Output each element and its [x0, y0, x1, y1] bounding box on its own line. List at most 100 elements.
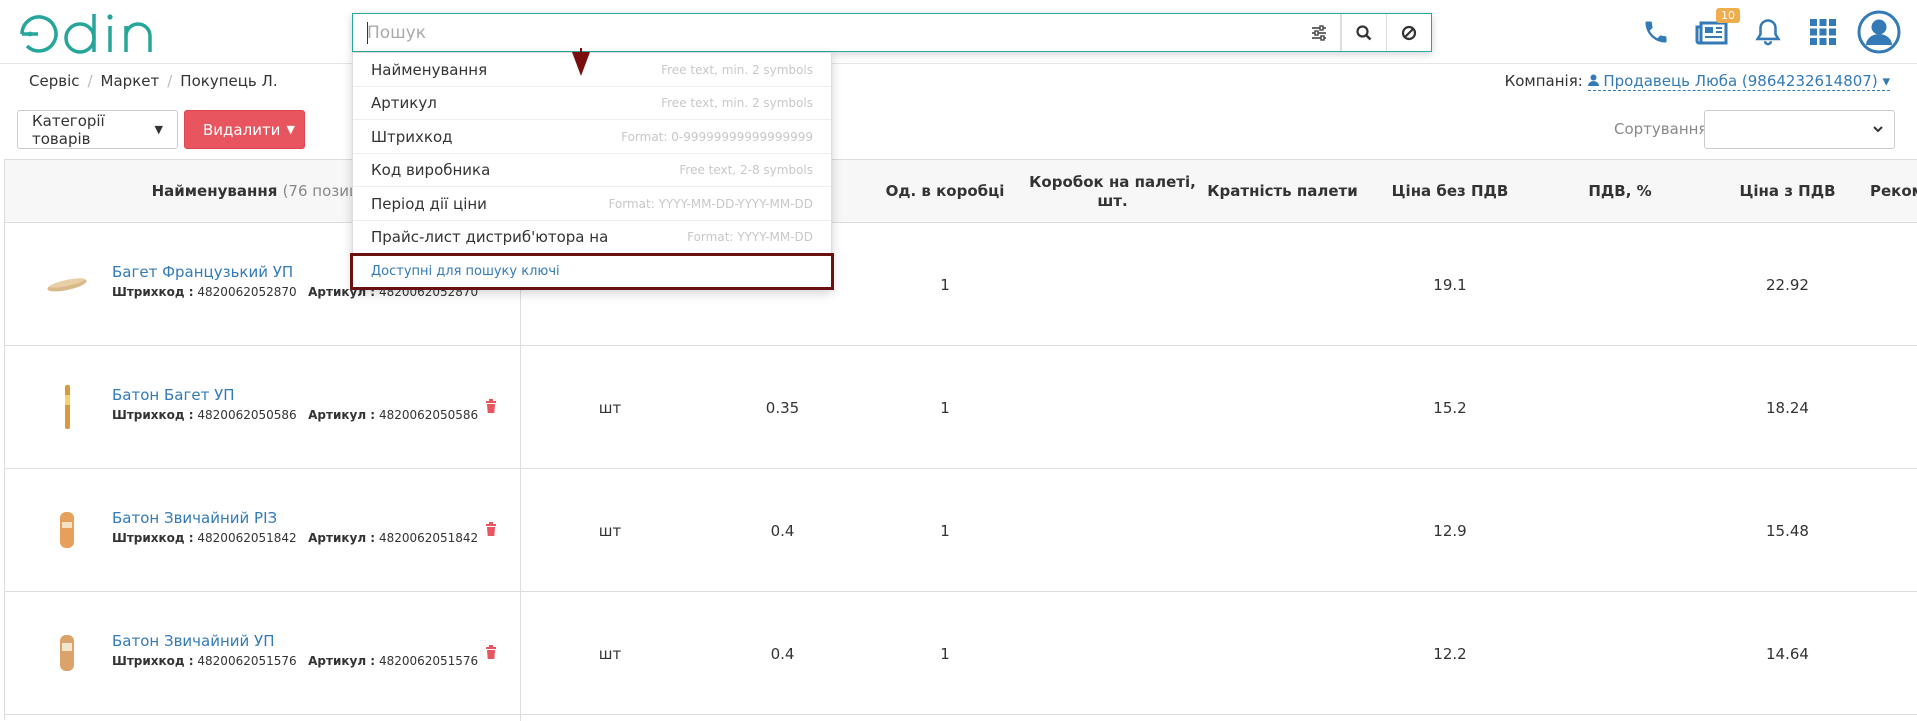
column-recommended[interactable]: Реком [1870, 160, 1917, 223]
search-input[interactable] [353, 14, 1341, 51]
breadcrumb-item-buyer: Покупець Л. [180, 72, 278, 90]
search-button[interactable] [1341, 14, 1386, 51]
table-header: Найменування (76 позиції) Од. в коробці … [5, 160, 1917, 223]
product-image [65, 385, 70, 429]
notifications-button[interactable] [1748, 12, 1788, 52]
article-label: Артикул : [308, 531, 376, 545]
product-categories-label: Категорії товарів [32, 111, 105, 148]
column-name-label: Найменування [151, 182, 278, 200]
search-key-hint: Free text, min. 2 symbols [661, 62, 813, 77]
available-search-keys-link[interactable]: Доступні для пошуку ключі [350, 253, 834, 290]
breadcrumb-separator: / [167, 72, 173, 90]
delete-row-icon[interactable] [485, 645, 497, 659]
search-key-option[interactable]: Найменування Free text, min. 2 symbols [353, 53, 831, 87]
product-meta: Штрихкод : 4820062050586 Артикул : 48200… [112, 408, 478, 422]
product-image [60, 512, 74, 548]
top-bar: 10 [0, 0, 1917, 64]
search-key-option[interactable]: Код виробника Free text, 2-8 symbols [353, 153, 831, 187]
price-with-vat-cell: 14.64 [1766, 644, 1809, 663]
product-image [47, 278, 87, 292]
product-name-link[interactable]: Батон Звичайний РІЗ [112, 509, 277, 527]
article-value: 4820062051576 [378, 654, 479, 668]
product-meta: Штрихкод : 4820062051576 Артикул : 48200… [112, 654, 478, 668]
breadcrumb: Сервіс / Маркет / Покупець Л. [29, 72, 278, 90]
price-with-vat-cell: 15.48 [1766, 521, 1809, 540]
user-menu-button[interactable] [1856, 10, 1902, 54]
column-units-per-box[interactable]: Од. в коробці [865, 160, 1025, 223]
company-label: Компанія: [1504, 72, 1583, 90]
logo[interactable] [18, 12, 178, 60]
product-name-link[interactable]: Батон Звичайний УП [112, 632, 274, 650]
price-no-vat-cell: 15.2 [1433, 398, 1467, 417]
search-key-hint: Format: 0-99999999999999999 [621, 129, 813, 144]
search-key-hint: Format: YYYY-MM-DD [687, 229, 813, 244]
search-keys-dropdown: Найменування Free text, min. 2 symbols А… [350, 52, 834, 290]
caret-down-icon: ▼ [286, 123, 295, 136]
breadcrumb-item-market[interactable]: Маркет [101, 72, 160, 90]
breadcrumb-item-service[interactable]: Сервіс [29, 72, 79, 90]
search-key-label: Прайс-лист дистриб'ютора на [371, 227, 609, 246]
price-no-vat-cell: 12.9 [1433, 521, 1467, 540]
edin-logo-icon [20, 14, 152, 54]
product-meta: Штрихкод : 4820062051842 Артикул : 48200… [112, 531, 478, 545]
column-price-with-vat[interactable]: Ціна з ПДВ [1705, 160, 1870, 223]
news-button[interactable]: 10 [1692, 8, 1740, 52]
weight-cell: 0.35 [765, 398, 800, 417]
sort-select[interactable] [1704, 110, 1895, 149]
delete-row-icon[interactable] [485, 522, 497, 536]
company-dropdown[interactable]: Продавець Люба (9864232614807) ▾ [1587, 72, 1890, 91]
search-key-label: Штрихкод [371, 127, 453, 146]
article-label: Артикул : [308, 654, 376, 668]
search-icon [1356, 24, 1372, 40]
weight-cell: 0.4 [770, 521, 795, 540]
article-value: 4820062050586 [378, 408, 479, 422]
column-pallet-multiplicity[interactable]: Кратність палети [1200, 160, 1365, 223]
per-box-cell: 1 [940, 521, 950, 540]
product-categories-button[interactable]: Категорії товарів ▼ [17, 110, 178, 149]
table-row: Батон Звичайний РІЗ Штрихкод : 482006205… [5, 469, 1917, 592]
weight-cell: 0.4 [770, 644, 795, 663]
delete-row-icon[interactable] [485, 399, 497, 413]
barcode-value: 4820062050586 [197, 408, 297, 422]
search-key-option[interactable]: Період дії ціни Format: YYYY-MM-DD-YYYY-… [353, 187, 831, 221]
phone-button[interactable] [1636, 12, 1676, 52]
price-no-vat-cell: 19.1 [1433, 275, 1467, 294]
notifications-badge: 10 [1716, 8, 1740, 23]
search-key-label: Період дії ціни [371, 194, 487, 213]
filter-settings-icon[interactable] [1309, 23, 1329, 43]
search-key-option[interactable]: Штрихкод Format: 0-99999999999999999 [353, 120, 831, 154]
user-icon [1587, 74, 1599, 86]
bell-icon [1755, 19, 1781, 46]
clear-search-button[interactable] [1386, 14, 1431, 51]
search-key-hint: Free text, min. 2 symbols [661, 95, 813, 110]
apps-button[interactable] [1803, 12, 1843, 52]
product-name-link[interactable]: Батон Багет УП [112, 386, 235, 404]
search-key-option[interactable]: Прайс-лист дистриб'ютора на Format: YYYY… [353, 220, 831, 254]
apps-grid-icon [1810, 19, 1836, 45]
products-table: Найменування (76 позиції) Од. в коробці … [4, 159, 1917, 721]
table-row: Багет Французький УП Штрихкод : 48200620… [5, 223, 1917, 346]
delete-label: Видалити [203, 120, 281, 139]
search-key-hint: Format: YYYY-MM-DD-YYYY-MM-DD [608, 196, 813, 211]
phone-icon [1645, 21, 1667, 43]
barcode-label: Штрихкод : [112, 531, 194, 545]
column-price-no-vat[interactable]: Ціна без ПДВ [1365, 160, 1535, 223]
per-box-cell: 1 [940, 644, 950, 663]
article-value: 4820062051842 [378, 531, 479, 545]
price-with-vat-cell: 18.24 [1766, 398, 1809, 417]
product-name-link[interactable]: Багет Французький УП [112, 263, 293, 281]
unit-cell: шт [598, 521, 622, 540]
per-box-cell: 1 [940, 275, 950, 294]
available-search-keys-label: Доступні для пошуку ключі [371, 264, 560, 279]
price-no-vat-cell: 12.2 [1433, 644, 1467, 663]
delete-button[interactable]: Видалити ▼ [184, 110, 305, 149]
search-bar [352, 13, 1432, 52]
price-with-vat-cell: 22.92 [1766, 275, 1809, 294]
table-row: Батон Звичайний УП Штрихкод : 4820062051… [5, 592, 1917, 715]
sort-label: Сортування [1614, 120, 1708, 138]
search-key-hint: Free text, 2-8 symbols [679, 162, 813, 177]
search-key-option[interactable]: Артикул Free text, min. 2 symbols [353, 86, 831, 120]
column-boxes-per-pallet[interactable]: Коробок на палеті, шт. [1025, 160, 1200, 223]
column-vat[interactable]: ПДВ, % [1535, 160, 1705, 223]
barcode-label: Штрихкод : [112, 408, 194, 422]
